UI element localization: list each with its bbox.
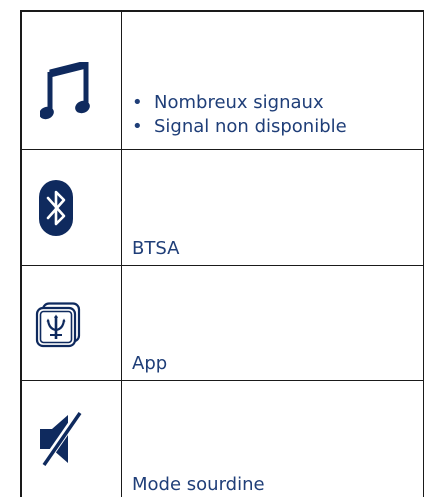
status-label: BTSA bbox=[132, 238, 180, 259]
icon-cell bbox=[22, 150, 121, 265]
table-row-mute: Mode sourdine bbox=[20, 381, 424, 497]
status-text-cell: BTSA bbox=[132, 237, 420, 261]
status-table: • Nombreux signaux • Signal non disponible… bbox=[20, 10, 424, 497]
speaker-mute-icon bbox=[40, 411, 82, 467]
icon-cell bbox=[22, 10, 121, 149]
table-row-app: App bbox=[20, 266, 424, 380]
status-text-cell: App bbox=[132, 352, 420, 376]
icon-cell bbox=[22, 266, 121, 380]
status-label: Mode sourdine bbox=[132, 474, 265, 495]
maserati-app-icon bbox=[35, 302, 81, 348]
status-text-cell: Mode sourdine bbox=[132, 473, 420, 497]
icon-cell bbox=[22, 381, 121, 497]
status-label: App bbox=[132, 353, 168, 374]
status-text-cell: • Nombreux signaux • Signal non disponible bbox=[132, 91, 420, 139]
bluetooth-icon bbox=[39, 180, 73, 236]
table-row-audio: • Nombreux signaux • Signal non disponible bbox=[20, 10, 424, 149]
list-item: • Nombreux signaux bbox=[132, 92, 324, 113]
table-row-bluetooth: BTSA bbox=[20, 150, 424, 265]
music-note-icon bbox=[40, 62, 90, 120]
list-item: • Signal non disponible bbox=[132, 116, 347, 137]
